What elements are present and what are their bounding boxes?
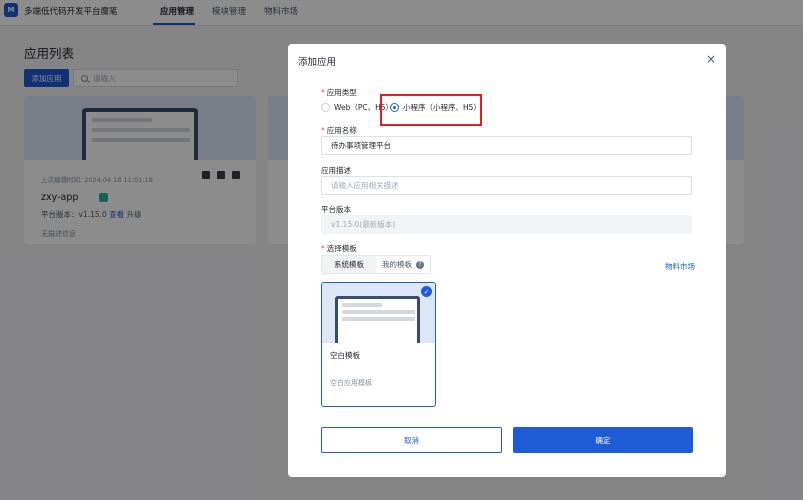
template-label: * 选择模板 [321, 244, 357, 253]
material-market-link[interactable]: 物料市场 [665, 261, 695, 272]
cancel-button[interactable]: 取消 [321, 427, 502, 453]
selected-check-icon: ✓ [421, 286, 432, 297]
template-window-icon [335, 296, 420, 343]
confirm-button[interactable]: 确定 [513, 427, 693, 453]
radio-unchecked-icon[interactable] [321, 103, 330, 112]
template-thumbnail [322, 283, 435, 343]
highlight-annotation-box [380, 94, 482, 126]
close-icon[interactable]: × [706, 52, 716, 66]
platform-version-label: 平台版本 [321, 205, 351, 214]
app-description-label: 应用描述 [321, 166, 351, 175]
template-description: 空白应用模板 [330, 379, 372, 387]
platform-version-field: v1.15.0(最新版本) [321, 215, 692, 234]
app-name-input[interactable]: 待办事项管理平台 [321, 136, 692, 155]
template-tabs: 系统模板 我的模板? [321, 255, 431, 274]
template-name: 空白模板 [330, 351, 360, 360]
app-type-label: * 应用类型 [321, 88, 357, 97]
app-name-label: * 应用名称 [321, 126, 357, 135]
template-card-blank[interactable]: ✓ 空白模板 空白应用模板 [321, 282, 436, 407]
dialog-title: 添加应用 [298, 57, 337, 68]
tab-my-templates[interactable]: 我的模板? [376, 256, 430, 273]
help-icon[interactable]: ? [416, 260, 424, 269]
tab-system-templates[interactable]: 系统模板 [322, 256, 376, 273]
add-app-dialog: 添加应用 × * 应用类型 Web（PC、H5） 小程序（小程序、H5） * 应用名… [288, 44, 726, 477]
app-description-input[interactable]: 请输入应用相关描述 [321, 176, 692, 195]
